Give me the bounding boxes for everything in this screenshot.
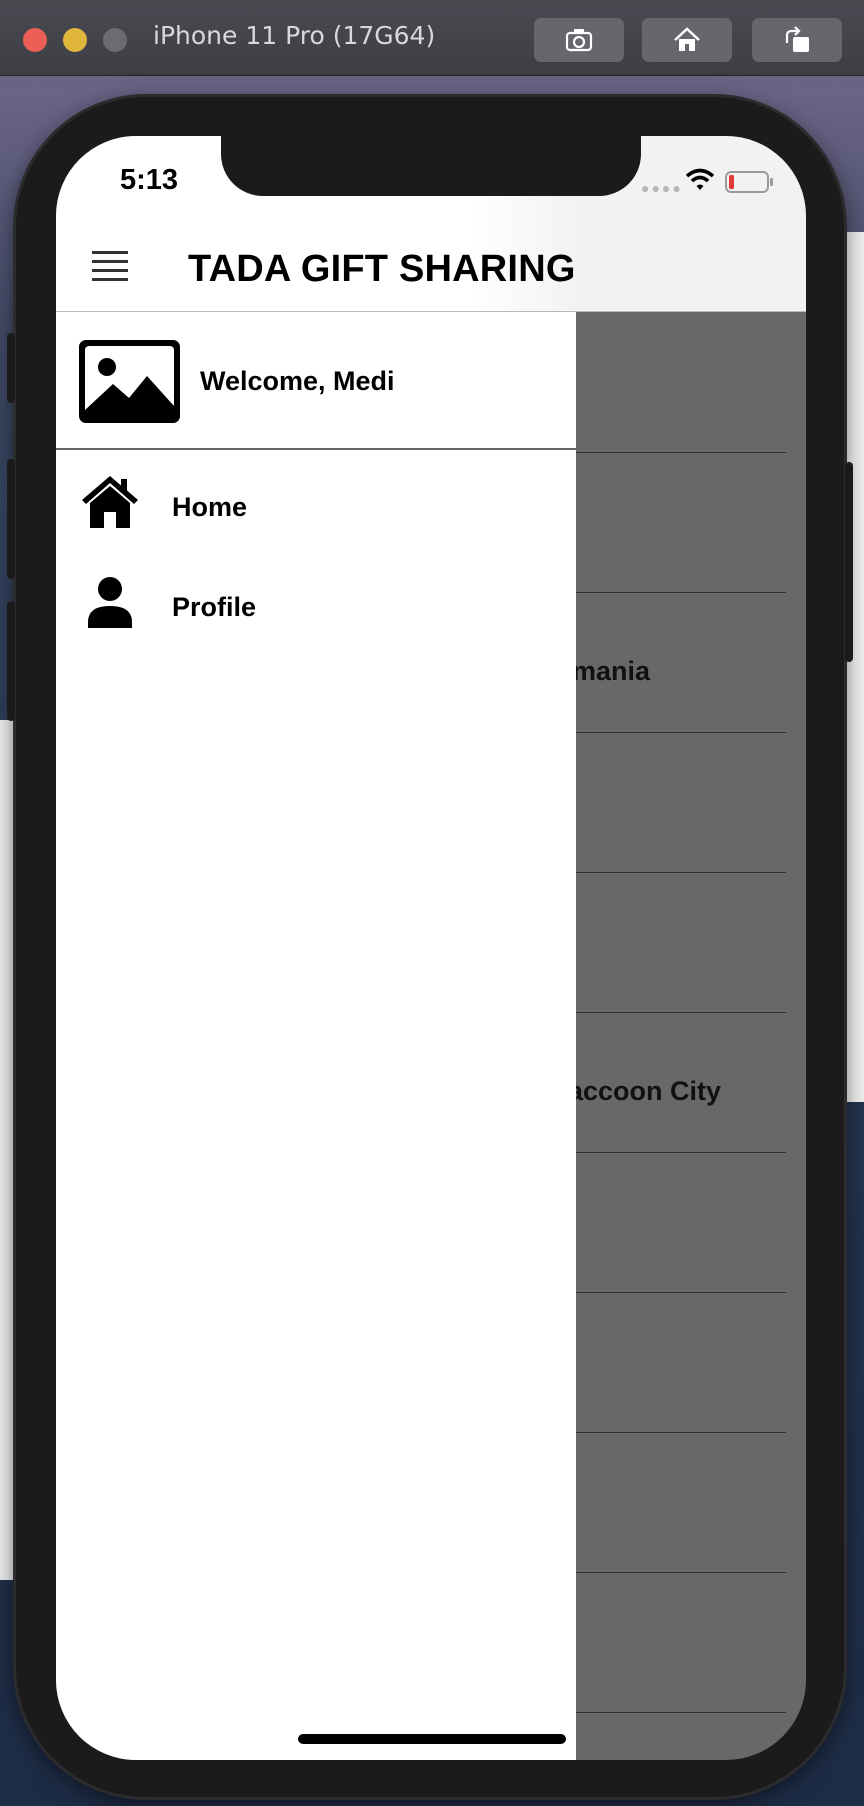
drawer-item-label: Home xyxy=(172,492,248,522)
drawer-item-home[interactable]: Home xyxy=(56,476,576,576)
home-icon xyxy=(674,27,700,51)
window-title: iPhone 11 Pro (17G64) xyxy=(153,21,436,50)
wifi-icon xyxy=(685,168,715,190)
list-item-text: mania xyxy=(572,656,651,686)
status-icons: ●●●● xyxy=(641,166,781,196)
home-indicator[interactable] xyxy=(298,1734,566,1744)
home-icon xyxy=(82,476,138,528)
rotate-button[interactable] xyxy=(752,18,842,62)
volume-up-button xyxy=(7,459,15,579)
power-button xyxy=(845,462,853,662)
rotate-icon xyxy=(785,26,809,52)
list-item-text: accoon City xyxy=(568,1076,722,1106)
screenshot-button[interactable] xyxy=(534,18,624,62)
drawer-header: Welcome, Medi xyxy=(56,312,576,450)
navigation-drawer: Welcome, Medi Home Profile xyxy=(56,312,576,1760)
signal-dots-icon: ●●●● xyxy=(641,180,683,196)
hamburger-icon[interactable] xyxy=(92,251,128,287)
app-header: 5:13 ●●●● TADA GIFT SHARING xyxy=(56,136,806,312)
image-placeholder-icon xyxy=(79,340,180,423)
silent-switch xyxy=(7,333,15,403)
simulator-titlebar: iPhone 11 Pro (17G64) xyxy=(0,0,864,76)
home-button[interactable] xyxy=(642,18,732,62)
device-notch xyxy=(221,136,641,196)
screenshot-icon xyxy=(565,29,593,52)
window-close-button[interactable] xyxy=(23,28,47,52)
app-title: TADA GIFT SHARING xyxy=(188,248,576,290)
drawer-item-label: Profile xyxy=(172,592,257,622)
person-icon xyxy=(88,577,132,628)
drawer-item-profile[interactable]: Profile xyxy=(56,577,576,676)
welcome-text: Welcome, Medi xyxy=(200,366,395,396)
status-time: 5:13 xyxy=(120,164,179,196)
phone-screen: mania accoon City 5:13 ●●●● TADA GIFT SH… xyxy=(56,136,806,1760)
window-zoom-button[interactable] xyxy=(103,28,127,52)
battery-low-icon xyxy=(725,171,773,193)
window-minimize-button[interactable] xyxy=(63,28,87,52)
volume-down-button xyxy=(7,601,15,721)
